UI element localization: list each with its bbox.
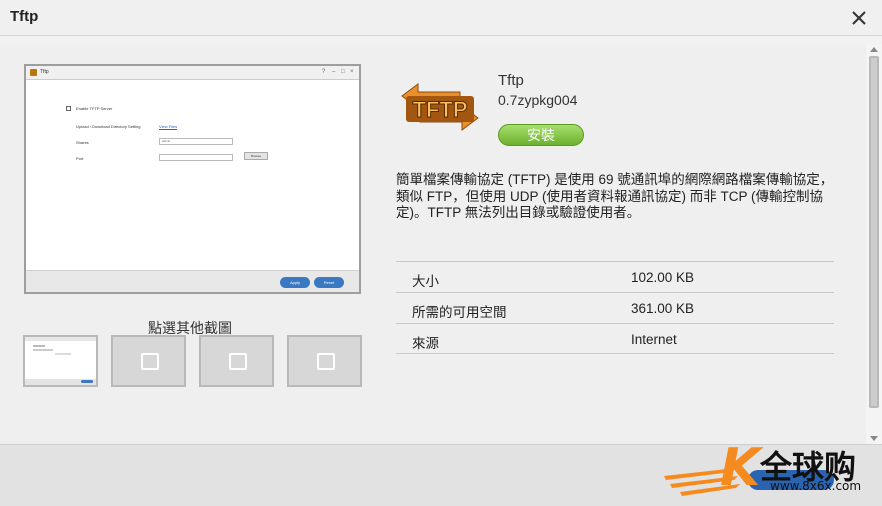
image-icon <box>229 353 247 370</box>
port-select <box>159 154 233 161</box>
info-label: 來源 <box>412 336 439 351</box>
enable-label: Enable TFTP Server <box>76 106 113 111</box>
title-bar: Tftp <box>0 0 882 36</box>
info-value: Internet <box>631 332 677 347</box>
app-description: 簡單檔案傳輸協定 (TFTP) 是使用 69 號通訊埠的網際網路檔案傳輸協定，類… <box>396 172 834 220</box>
image-icon <box>141 353 159 370</box>
screenshot-body: Enable TFTP Server Upload / Download Dir… <box>26 80 359 270</box>
info-row-source: 來源 Internet <box>396 323 834 354</box>
maximize-icon: □ <box>341 69 345 75</box>
info-value: 102.00 KB <box>631 270 695 285</box>
minimize-icon: – <box>332 69 336 75</box>
reset-button: Reset <box>314 277 344 288</box>
scroll-up-icon[interactable] <box>870 47 878 52</box>
thumbnail-preview <box>25 337 96 385</box>
share-select: admin <box>159 138 233 145</box>
thumbnail-3[interactable] <box>199 335 274 387</box>
tftp-logo-icon: TFTP <box>401 83 479 131</box>
thumbnail-1[interactable] <box>23 335 98 387</box>
close-small-icon: × <box>350 69 354 75</box>
info-row-size: 大小 102.00 KB <box>396 261 834 292</box>
app-name: Tftp <box>498 72 524 89</box>
scrollbar-thumb[interactable] <box>869 56 879 408</box>
port-label: Port <box>76 156 84 161</box>
view-files-link: View Files <box>159 124 178 129</box>
thumbnail-4[interactable] <box>287 335 362 387</box>
share-label: Shares <box>76 140 89 145</box>
window-title: Tftp <box>10 8 39 25</box>
screenshot-title-bar: Tftp ? – □ × <box>26 66 359 80</box>
thumbnail-2[interactable] <box>111 335 186 387</box>
help-icon: ? <box>322 69 326 75</box>
info-label: 所需的可用空間 <box>412 305 507 320</box>
info-label: 大小 <box>412 274 439 289</box>
install-button[interactable]: 安裝 <box>498 124 584 146</box>
main-screenshot: Tftp ? – □ × Enable TFTP Server Upload /… <box>24 64 361 294</box>
screenshot-title: Tftp <box>40 69 49 75</box>
close-icon[interactable] <box>850 9 868 27</box>
info-row-required-space: 所需的可用空間 361.00 KB <box>396 292 834 323</box>
upload-label: Upload / Download Directory Setting <box>76 124 141 129</box>
dialog: Tftp Tftp ? – □ × Enable TFTP Server Upl… <box>0 0 882 506</box>
apply-button: Apply <box>280 277 310 288</box>
app-version: 0.7zypkg004 <box>498 92 578 108</box>
logo-text: TFTP <box>413 97 468 122</box>
app-small-icon <box>30 69 37 76</box>
image-icon <box>317 353 335 370</box>
info-table: 大小 102.00 KB 所需的可用空間 361.00 KB 來源 Intern… <box>396 261 834 354</box>
vertical-scrollbar[interactable] <box>866 44 882 444</box>
screenshot-footer: Apply Reset <box>26 270 359 292</box>
enable-checkbox <box>66 106 71 111</box>
watermark-url: www.8x6x.com <box>770 479 862 493</box>
browse-button: Browse <box>244 152 268 160</box>
watermark-letter: K <box>720 438 761 498</box>
info-value: 361.00 KB <box>631 301 695 316</box>
